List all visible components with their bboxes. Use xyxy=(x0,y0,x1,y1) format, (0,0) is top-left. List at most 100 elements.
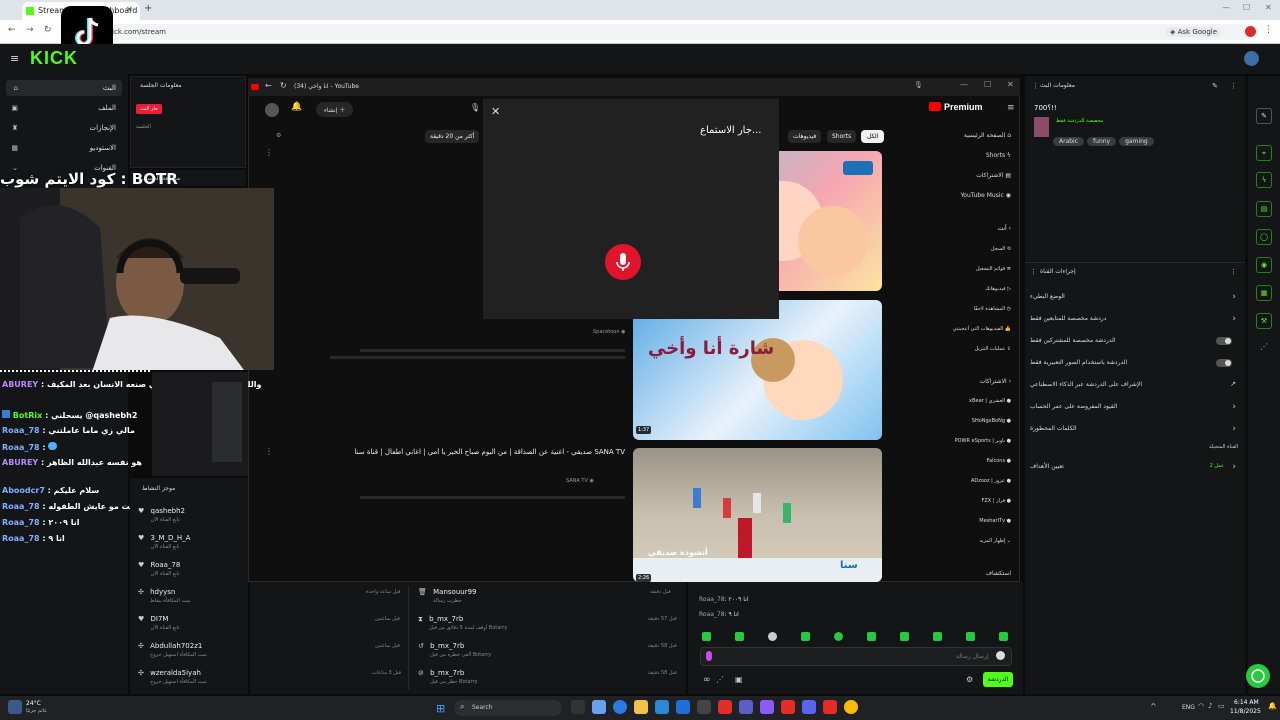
video1-channel[interactable]: Spacetoon ◉ xyxy=(593,329,625,335)
rail-document-icon[interactable]: ▤ xyxy=(1256,201,1272,217)
guide-sub-item[interactable]: MesharITv ● xyxy=(979,518,1011,524)
chip-all[interactable]: الكل xyxy=(861,130,885,143)
guide-sub-item[interactable]: POWR eSports | ناوير ● xyxy=(955,438,1011,444)
profile-avatar[interactable] xyxy=(1245,26,1256,37)
stream-category[interactable]: مخصصة للدردشة فقط xyxy=(1056,118,1103,124)
kick-logo[interactable]: KICK xyxy=(30,48,78,69)
voice-mic-button[interactable] xyxy=(605,244,641,280)
yt-reload-icon[interactable]: ↻ xyxy=(280,81,287,90)
taskbar-search[interactable]: ⌕ Search xyxy=(454,700,562,716)
notifications-icon[interactable]: 🔔 xyxy=(291,102,302,112)
sidebar-item-studio[interactable]: ▦ الاستوديو xyxy=(6,140,122,156)
create-button[interactable]: إنشاء ＋ xyxy=(316,102,354,117)
edge-icon[interactable] xyxy=(613,700,627,714)
sidebar-item-achievements[interactable]: ♜ الإنجازات xyxy=(6,120,122,136)
option-ai-moderation[interactable]: الإشراف على الدردشة عبر الذكاء الاصطناعي… xyxy=(1030,380,1240,388)
taskbar-app-icon[interactable] xyxy=(592,700,606,714)
emote-icon[interactable] xyxy=(735,632,744,641)
user-avatar[interactable] xyxy=(1244,51,1259,66)
close-window-icon[interactable]: ✕ xyxy=(1265,3,1272,12)
youtube-app-icon[interactable] xyxy=(718,700,732,714)
yt-menu-icon[interactable]: ≡ xyxy=(1007,103,1015,113)
emote-icon[interactable] xyxy=(801,632,810,641)
guide-playlists[interactable]: قوائم التشغيل ≣ xyxy=(976,266,1011,272)
yt-search-mic-icon[interactable]: 🎙 xyxy=(470,103,480,112)
video-thumbnail-2[interactable] xyxy=(633,300,882,440)
option-account-age[interactable]: القيود المفروضة على عمر الحساب › xyxy=(1030,402,1240,412)
actions-more-icon[interactable]: ⋮ xyxy=(1230,268,1237,276)
option-set-goals[interactable]: تعيين الأهداف عمل 2 › xyxy=(1030,462,1240,472)
guide-sub-item[interactable]: xBear | العشري ● xyxy=(969,398,1011,404)
clock-date[interactable]: 11/8/2025 xyxy=(1230,708,1261,715)
chip-videos[interactable]: فيديوهات xyxy=(788,130,822,143)
guide-show-more[interactable]: إظهار المزيد ⌄ xyxy=(979,538,1011,544)
emote-icon[interactable] xyxy=(999,632,1008,641)
rail-layout-icon[interactable]: ▦ xyxy=(1256,285,1272,301)
rail-wrench-icon[interactable]: ⚒ xyxy=(1256,313,1272,329)
guide-home[interactable]: الصفحة الرئيسية ⌂ xyxy=(964,132,1011,139)
url-input[interactable]: kick.com/stream xyxy=(60,24,1250,40)
guide-sub-item[interactable]: ADzooz | عزوز ● xyxy=(971,478,1011,484)
clock-time[interactable]: 6:14 AM xyxy=(1234,699,1259,706)
guide-subscriptions[interactable]: الاشتراكات ▤ xyxy=(976,172,1011,179)
emote-icon[interactable] xyxy=(966,632,975,641)
edit-pencil-icon[interactable]: ✎ xyxy=(1212,82,1218,90)
yt-maximize-icon[interactable]: ☐ xyxy=(984,80,991,89)
new-tab-icon[interactable]: + xyxy=(144,3,152,14)
ask-google-button[interactable]: ◈ Ask Google xyxy=(1166,27,1222,37)
guide-history[interactable]: السجل ⟲ xyxy=(991,246,1011,252)
guide-downloads[interactable]: عمليات التنزيل ⇓ xyxy=(974,346,1011,352)
option-followers-only[interactable]: دردشة مخصصة للمتابعين فقط › xyxy=(1030,314,1240,324)
browser-menu-icon[interactable]: ⋮ xyxy=(1264,25,1273,35)
weather-icon[interactable] xyxy=(8,700,22,714)
emote-icon[interactable] xyxy=(900,632,909,641)
yt-avatar[interactable] xyxy=(265,103,279,117)
hamburger-menu-icon[interactable]: ≡ xyxy=(10,52,19,65)
taskbar-app-icon[interactable] xyxy=(571,700,585,714)
tab-close-icon[interactable]: ✕ xyxy=(126,5,133,14)
guide-shorts[interactable]: Shorts ϟ xyxy=(986,152,1011,159)
infinity-icon[interactable]: ∞ xyxy=(703,675,711,685)
language-indicator[interactable]: ENG xyxy=(1182,704,1195,711)
notification-bell-icon[interactable]: 🔔 xyxy=(1268,702,1277,710)
guide-sub-item[interactable]: FZX | فراز ● xyxy=(982,498,1012,504)
discord-icon[interactable] xyxy=(802,700,816,714)
support-chat-button[interactable] xyxy=(1246,664,1270,688)
rail-chat-icon[interactable]: ◯ xyxy=(1256,229,1272,245)
windows-start-icon[interactable]: ⊞ xyxy=(436,702,445,715)
file-explorer-icon[interactable] xyxy=(634,700,648,714)
gift-icon[interactable]: ▣ xyxy=(735,675,743,684)
forward-icon[interactable]: → xyxy=(26,25,34,35)
kick-emote-icon[interactable] xyxy=(706,651,712,661)
emote-icon[interactable] xyxy=(702,632,711,641)
volume-icon[interactable]: ♪ xyxy=(1208,702,1212,710)
send-chat-button[interactable]: الدردشة xyxy=(983,672,1013,687)
rail-share-icon[interactable]: ⋰ xyxy=(1260,342,1268,351)
panel-menu-icon[interactable]: ⋮ xyxy=(1032,82,1039,90)
yt-back-icon[interactable]: ← xyxy=(265,81,272,90)
yt-close-icon[interactable]: ✕ xyxy=(1007,80,1014,89)
guide-you-heading[interactable]: أنت › xyxy=(997,225,1011,232)
back-icon[interactable]: ← xyxy=(8,25,16,35)
youtube-premium-logo[interactable]: Premium xyxy=(944,102,983,112)
yt-minimize-icon[interactable]: — xyxy=(960,80,968,89)
guide-sub-item[interactable]: SHoNgxBoNg ● xyxy=(972,418,1011,424)
chrome-icon[interactable] xyxy=(844,700,858,714)
chip-shorts[interactable]: Shorts xyxy=(827,130,857,143)
video2-options-icon[interactable]: ⋮ xyxy=(265,447,273,456)
share-icon[interactable]: ⋰ xyxy=(716,675,724,684)
rail-bolt-icon[interactable]: ϟ xyxy=(1256,172,1272,188)
reload-icon[interactable]: ↻ xyxy=(44,25,52,35)
taskbar-app-icon[interactable] xyxy=(655,700,669,714)
emote-icon[interactable] xyxy=(933,632,942,641)
video2-title[interactable]: صديقي - اغنية عن الصداقة | من البوم صباح… xyxy=(300,448,625,456)
tray-chevron-icon[interactable]: ^ xyxy=(1150,702,1157,711)
option-emote-only[interactable]: الدردشة باستخدام الصور التعبيرية فقط xyxy=(1030,359,1240,367)
emoji-picker-icon[interactable] xyxy=(996,651,1005,660)
guide-watch-later[interactable]: المشاهدة لاحقًا ◷ xyxy=(974,306,1011,312)
yt-grid-filter-icon[interactable]: ⚙ xyxy=(276,132,281,139)
rail-pencil-icon[interactable]: ✎ xyxy=(1256,108,1272,124)
minimize-icon[interactable]: — xyxy=(1222,3,1230,12)
youtube-app-icon[interactable] xyxy=(823,700,837,714)
emote-icon[interactable] xyxy=(867,632,876,641)
